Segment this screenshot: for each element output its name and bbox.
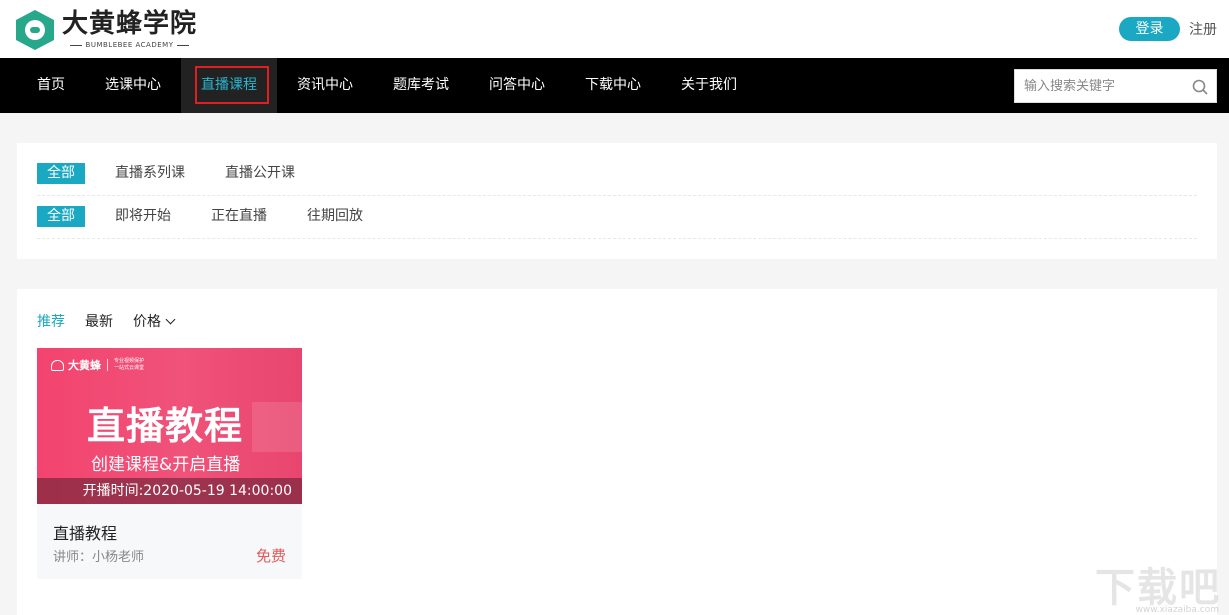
logo-bee-icon [16,10,54,50]
live-status-filter: 全部 即将开始 正在直播 往期回放 [37,196,1197,239]
filter-status-all[interactable]: 全部 [37,206,85,227]
course-title[interactable]: 直播教程 [53,520,117,544]
filter-type-open[interactable]: 直播公开课 [225,163,295,184]
sort-price[interactable]: 价格 [133,311,176,331]
sort-newest[interactable]: 最新 [85,311,113,331]
sort-recommended[interactable]: 推荐 [37,311,65,331]
thumb-tagline-1: 专业视频保护 [114,358,145,364]
search-input[interactable] [1015,70,1185,102]
live-start-time: 开播时间:2020-05-19 14:00:00 [37,478,302,504]
register-link[interactable]: 注册 [1189,19,1217,39]
graduation-cap-icon [51,359,64,371]
filter-status-replay[interactable]: 往期回放 [307,206,363,227]
nav-course-center[interactable]: 选课中心 [105,58,161,113]
course-teacher: 讲师：小杨老师 [53,550,145,565]
filter-panel: 全部 直播系列课 直播公开课 全部 即将开始 正在直播 往期回放 [17,143,1217,259]
watermark-url: www.xiazaiba.com [1135,605,1219,615]
thumb-brand: 大黄蜂 专业视频保护 一站式云课堂 [51,357,160,373]
course-thumbnail[interactable]: 大黄蜂 专业视频保护 一站式云课堂 直播教程 创建课程&开启直播 开播时间:20… [37,348,302,504]
filter-status-upcoming[interactable]: 即将开始 [115,206,171,227]
filter-status-live[interactable]: 正在直播 [211,206,267,227]
search-icon[interactable] [1192,79,1208,95]
top-header: 大黄蜂学院 BUMBLEBEE ACADEMY 登录 注册 [0,0,1229,58]
sort-price-label: 价格 [133,314,161,330]
site-logo[interactable]: 大黄蜂学院 BUMBLEBEE ACADEMY [16,8,197,52]
filter-type-all[interactable]: 全部 [37,163,85,184]
nav-live-courses[interactable]: 直播课程 [181,58,277,113]
course-card[interactable]: 大黄蜂 专业视频保护 一站式云课堂 直播教程 创建课程&开启直播 开播时间:20… [37,348,302,579]
nav-qa-center[interactable]: 问答中心 [489,58,545,113]
course-price: 免费 [255,547,286,565]
main-nav: 首页 选课中心 直播课程 资讯中心 题库考试 问答中心 下载中心 关于我们 [0,58,1229,113]
nav-news-center[interactable]: 资讯中心 [297,58,353,113]
logo-title: 大黄蜂学院 [62,9,198,39]
thumb-tagline-2: 一站式云课堂 [114,365,145,371]
course-list-panel: 推荐 最新 价格 大黄蜂 专业视频保护 一站式云课堂 直播教程 创建课程&开启直… [17,289,1217,615]
nav-exam-bank[interactable]: 题库考试 [393,58,449,113]
nav-about-us[interactable]: 关于我们 [681,58,737,113]
thumb-subtitle: 创建课程&开启直播 [91,455,241,475]
nav-home[interactable]: 首页 [37,58,65,113]
nav-live-courses-label: 直播课程 [201,77,257,93]
login-button[interactable]: 登录 [1119,17,1180,41]
chevron-down-icon [165,314,176,325]
search-box [1014,69,1217,103]
nav-download-center[interactable]: 下载中心 [585,58,641,113]
thumb-title: 直播教程 [87,404,244,448]
thumb-brand-name: 大黄蜂 [68,359,101,372]
logo-subtitle: BUMBLEBEE ACADEMY [85,41,174,49]
course-type-filter: 全部 直播系列课 直播公开课 [37,153,1197,196]
filter-type-series[interactable]: 直播系列课 [115,163,185,184]
